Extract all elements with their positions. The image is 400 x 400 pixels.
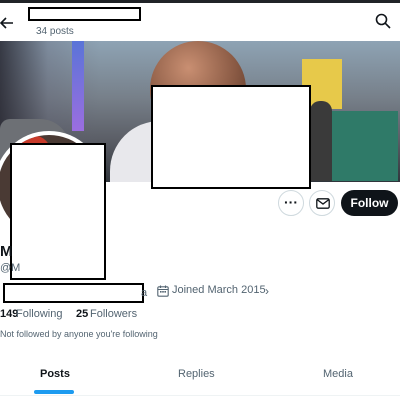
redacted-profile-name	[28, 7, 141, 21]
message-button[interactable]	[309, 190, 335, 216]
tab-posts[interactable]: Posts	[40, 368, 70, 380]
banner-person-shape	[310, 101, 332, 181]
top-border	[0, 0, 400, 3]
followers-count[interactable]: 25	[76, 308, 88, 320]
tabs-divider	[0, 395, 400, 396]
display-name: M	[0, 243, 13, 260]
search-button[interactable]	[375, 13, 391, 29]
follow-button[interactable]: Follow	[341, 190, 398, 216]
posts-count: 34 posts	[36, 26, 74, 37]
redaction-box-banner	[151, 85, 311, 189]
mutual-followers-note: Not followed by anyone you're following	[0, 329, 158, 339]
followers-link[interactable]: Followers	[90, 308, 137, 320]
search-icon	[375, 13, 391, 29]
redaction-box-handle	[3, 283, 144, 303]
redaction-box-avatar	[10, 143, 106, 280]
tab-replies[interactable]: Replies	[178, 368, 215, 380]
back-button[interactable]	[0, 12, 14, 32]
user-handle: @M	[0, 262, 21, 274]
calendar-icon	[157, 285, 169, 297]
active-tab-indicator	[34, 390, 74, 394]
arrow-left-icon	[0, 17, 13, 29]
location-text: a	[141, 287, 148, 299]
more-options-button[interactable]: ···	[278, 190, 304, 216]
chevron-right-icon[interactable]: ›	[265, 284, 269, 298]
tab-media[interactable]: Media	[323, 368, 353, 380]
envelope-icon	[316, 198, 330, 209]
joined-date: Joined March 2015	[172, 284, 266, 296]
following-link[interactable]: Following	[16, 308, 62, 320]
banner-pole-shape	[72, 41, 84, 131]
